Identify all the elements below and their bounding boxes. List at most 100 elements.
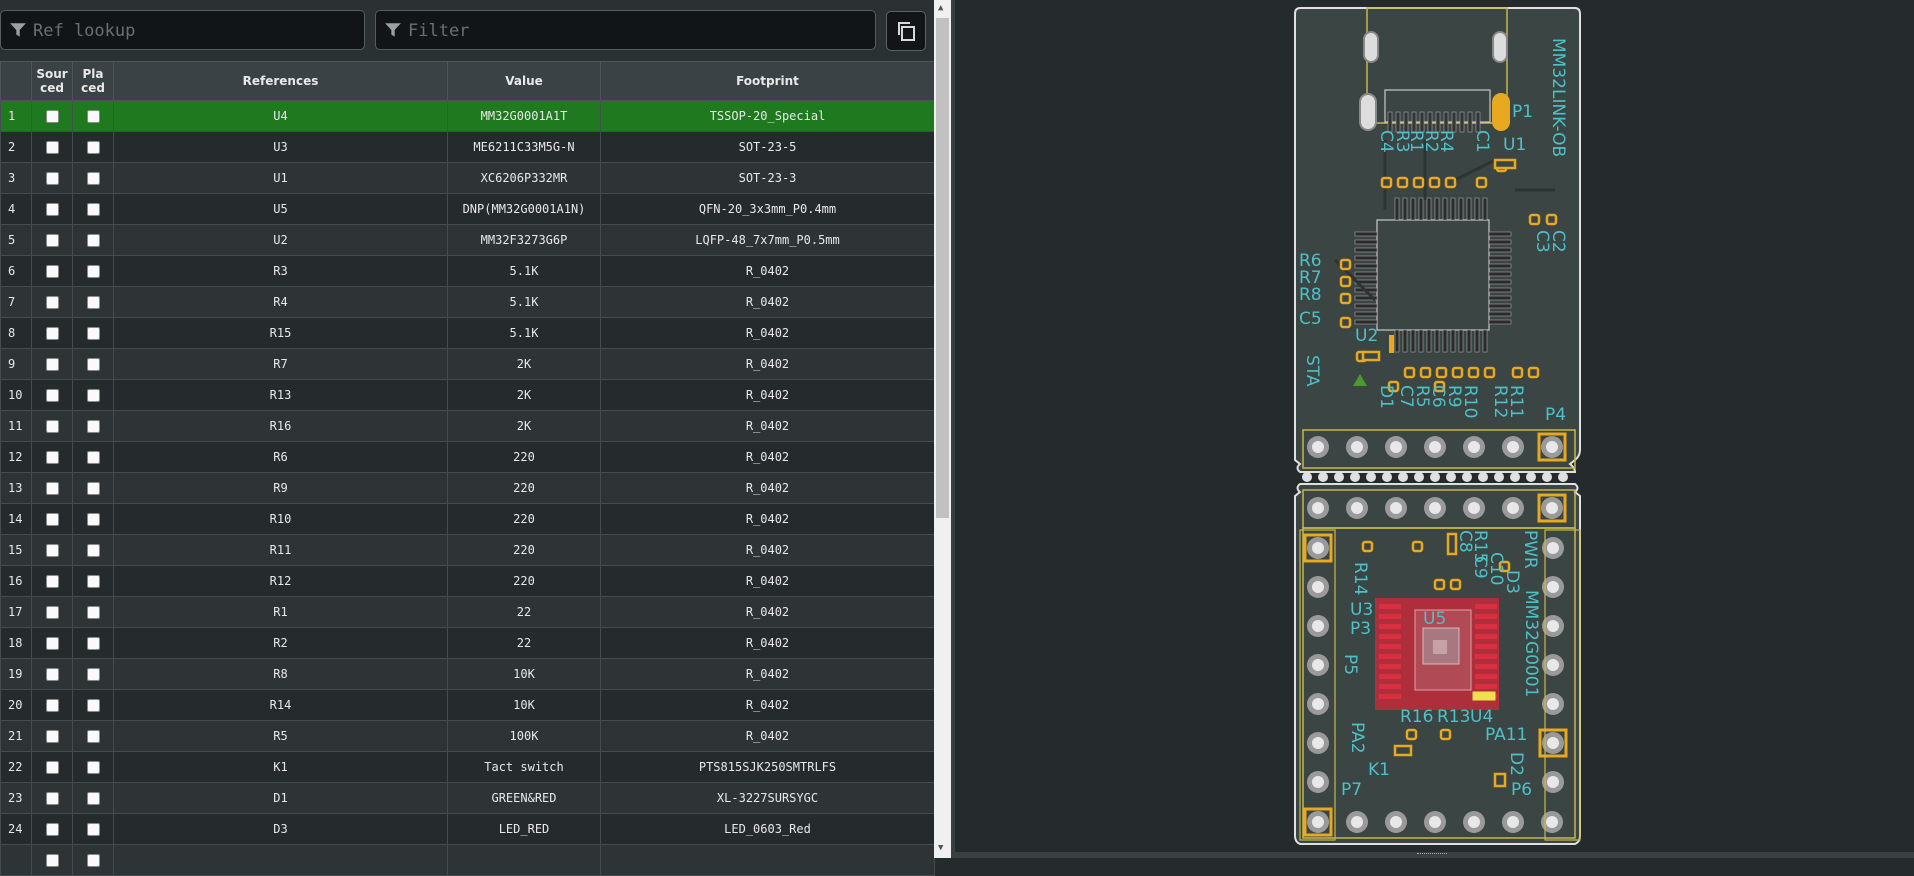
ref-lookup-field[interactable] (0, 10, 365, 50)
pcb-canvas[interactable]: MM32LINK-OB P1 U1 C4 R3 R1 R2 R4 C1 C3 C… (955, 0, 1914, 858)
table-row[interactable]: 4 U5 DNP(MM32G0001A1N) QFN-20_3x3mm_P0.4mm (0, 193, 935, 225)
placed-checkbox[interactable] (86, 451, 100, 464)
placed-checkbox[interactable] (86, 327, 100, 340)
placed-checkbox[interactable] (86, 823, 100, 836)
placed-checkbox[interactable] (86, 637, 100, 650)
placed-checkbox[interactable] (86, 513, 100, 526)
table-row[interactable]: 18 R2 22 R_0402 (0, 627, 935, 659)
scroll-up-icon[interactable]: ▲ (938, 4, 943, 13)
row-index: 21 (0, 720, 32, 752)
sourced-checkbox[interactable] (45, 544, 59, 557)
sourced-checkbox[interactable] (45, 761, 59, 774)
col-index-header[interactable] (0, 61, 32, 101)
col-placed-header[interactable]: Placed (72, 61, 114, 101)
col-value-header[interactable]: Value (447, 61, 601, 101)
table-row[interactable]: 5 U2 MM32F3273G6P LQFP-48_7x7mm_P0.5mm (0, 224, 935, 256)
table-row[interactable]: 9 R7 2K R_0402 (0, 348, 935, 380)
sourced-checkbox[interactable] (45, 730, 59, 743)
sourced-checkbox[interactable] (45, 420, 59, 433)
placed-cell (72, 782, 114, 814)
placed-checkbox[interactable] (86, 141, 100, 154)
table-row[interactable]: 8 R15 5.1K R_0402 (0, 317, 935, 349)
sourced-checkbox[interactable] (45, 668, 59, 681)
table-row[interactable]: 15 R11 220 R_0402 (0, 534, 935, 566)
sourced-checkbox[interactable] (45, 389, 59, 402)
value-cell: 220 (447, 441, 601, 473)
sourced-checkbox[interactable] (45, 296, 59, 309)
filter-icon (10, 23, 26, 37)
filter-input[interactable] (406, 15, 869, 47)
placed-checkbox[interactable] (86, 358, 100, 371)
placed-checkbox[interactable] (86, 234, 100, 247)
placed-checkbox[interactable] (86, 110, 100, 123)
table-row[interactable]: 14 R10 220 R_0402 (0, 503, 935, 535)
table-row[interactable]: 13 R9 220 R_0402 (0, 472, 935, 504)
col-footprint-header[interactable]: Footprint (600, 61, 935, 101)
sourced-checkbox[interactable] (45, 327, 59, 340)
pcb-view[interactable]: MM32LINK-OB P1 U1 C4 R3 R1 R2 R4 C1 C3 C… (955, 0, 1914, 858)
placed-checkbox[interactable] (86, 265, 100, 278)
sourced-checkbox[interactable] (45, 265, 59, 278)
table-row[interactable]: 12 R6 220 R_0402 (0, 441, 935, 473)
sourced-checkbox[interactable] (45, 172, 59, 185)
sourced-checkbox[interactable] (45, 637, 59, 650)
sourced-checkbox[interactable] (45, 606, 59, 619)
table-scrollbar[interactable]: ▲ ▼ (934, 0, 951, 858)
placed-cell (72, 441, 114, 473)
placed-checkbox[interactable] (86, 575, 100, 588)
table-row[interactable]: 17 R1 22 R_0402 (0, 596, 935, 628)
scroll-down-icon[interactable]: ▼ (938, 844, 943, 853)
placed-checkbox[interactable] (86, 699, 100, 712)
sourced-checkbox[interactable] (45, 203, 59, 216)
table-row[interactable]: 10 R13 2K R_0402 (0, 379, 935, 411)
placed-checkbox[interactable] (86, 203, 100, 216)
placed-checkbox[interactable] (86, 172, 100, 185)
table-row[interactable]: 19 R8 10K R_0402 (0, 658, 935, 690)
placed-cell (72, 224, 114, 256)
scrollbar-thumb[interactable] (936, 18, 949, 518)
table-row[interactable]: 23 D1 GREEN&RED XL-3227SURSYGC (0, 782, 935, 814)
table-row[interactable]: 6 R3 5.1K R_0402 (0, 255, 935, 287)
value-cell: 2K (447, 379, 601, 411)
sourced-checkbox[interactable] (45, 110, 59, 123)
table-row[interactable]: 22 K1 Tact switch PTS815SJK250SMTRLFS (0, 751, 935, 783)
placed-cell (72, 317, 114, 349)
placed-checkbox[interactable] (86, 606, 100, 619)
table-row[interactable]: 24 D3 LED_RED LED_0603_Red (0, 813, 935, 845)
placed-checkbox[interactable] (86, 544, 100, 557)
placed-checkbox[interactable] (86, 389, 100, 402)
sourced-checkbox[interactable] (45, 823, 59, 836)
table-row[interactable]: 11 R16 2K R_0402 (0, 410, 935, 442)
placed-checkbox[interactable] (86, 792, 100, 805)
sourced-checkbox[interactable] (45, 358, 59, 371)
sourced-checkbox[interactable] (45, 699, 59, 712)
placed-checkbox[interactable] (86, 761, 100, 774)
filter-field[interactable] (375, 10, 876, 50)
sourced-checkbox[interactable] (45, 451, 59, 464)
pcb-hscrollbar[interactable] (955, 852, 1914, 858)
table-row[interactable]: 3 U1 XC6206P332MR SOT-23-3 (0, 162, 935, 194)
sourced-checkbox[interactable] (45, 234, 59, 247)
table-row[interactable]: 21 R5 100K R_0402 (0, 720, 935, 752)
placed-checkbox[interactable] (86, 730, 100, 743)
footprint-cell: R_0402 (600, 565, 935, 597)
placed-checkbox[interactable] (86, 482, 100, 495)
placed-checkbox[interactable] (86, 668, 100, 681)
sourced-checkbox[interactable] (45, 513, 59, 526)
sourced-checkbox[interactable] (45, 792, 59, 805)
table-row[interactable]: 7 R4 5.1K R_0402 (0, 286, 935, 318)
col-references-header[interactable]: References (113, 61, 448, 101)
table-row[interactable]: 16 R12 220 R_0402 (0, 565, 935, 597)
sourced-checkbox[interactable] (45, 575, 59, 588)
copy-button[interactable] (886, 11, 926, 51)
table-row[interactable]: 2 U3 ME6211C33M5G-N SOT-23-5 (0, 131, 935, 163)
placed-checkbox[interactable] (86, 420, 100, 433)
table-row[interactable]: 20 R14 10K R_0402 (0, 689, 935, 721)
sourced-checkbox[interactable] (45, 141, 59, 154)
placed-checkbox[interactable] (86, 296, 100, 309)
table-row[interactable]: 1 U4 MM32G0001A1T TSSOP-20_Special (0, 100, 935, 132)
sourced-checkbox[interactable] (45, 482, 59, 495)
ref-lookup-input[interactable] (31, 15, 358, 47)
col-sourced-header[interactable]: Sourced (31, 61, 73, 101)
table-row-partial[interactable] (0, 844, 935, 876)
